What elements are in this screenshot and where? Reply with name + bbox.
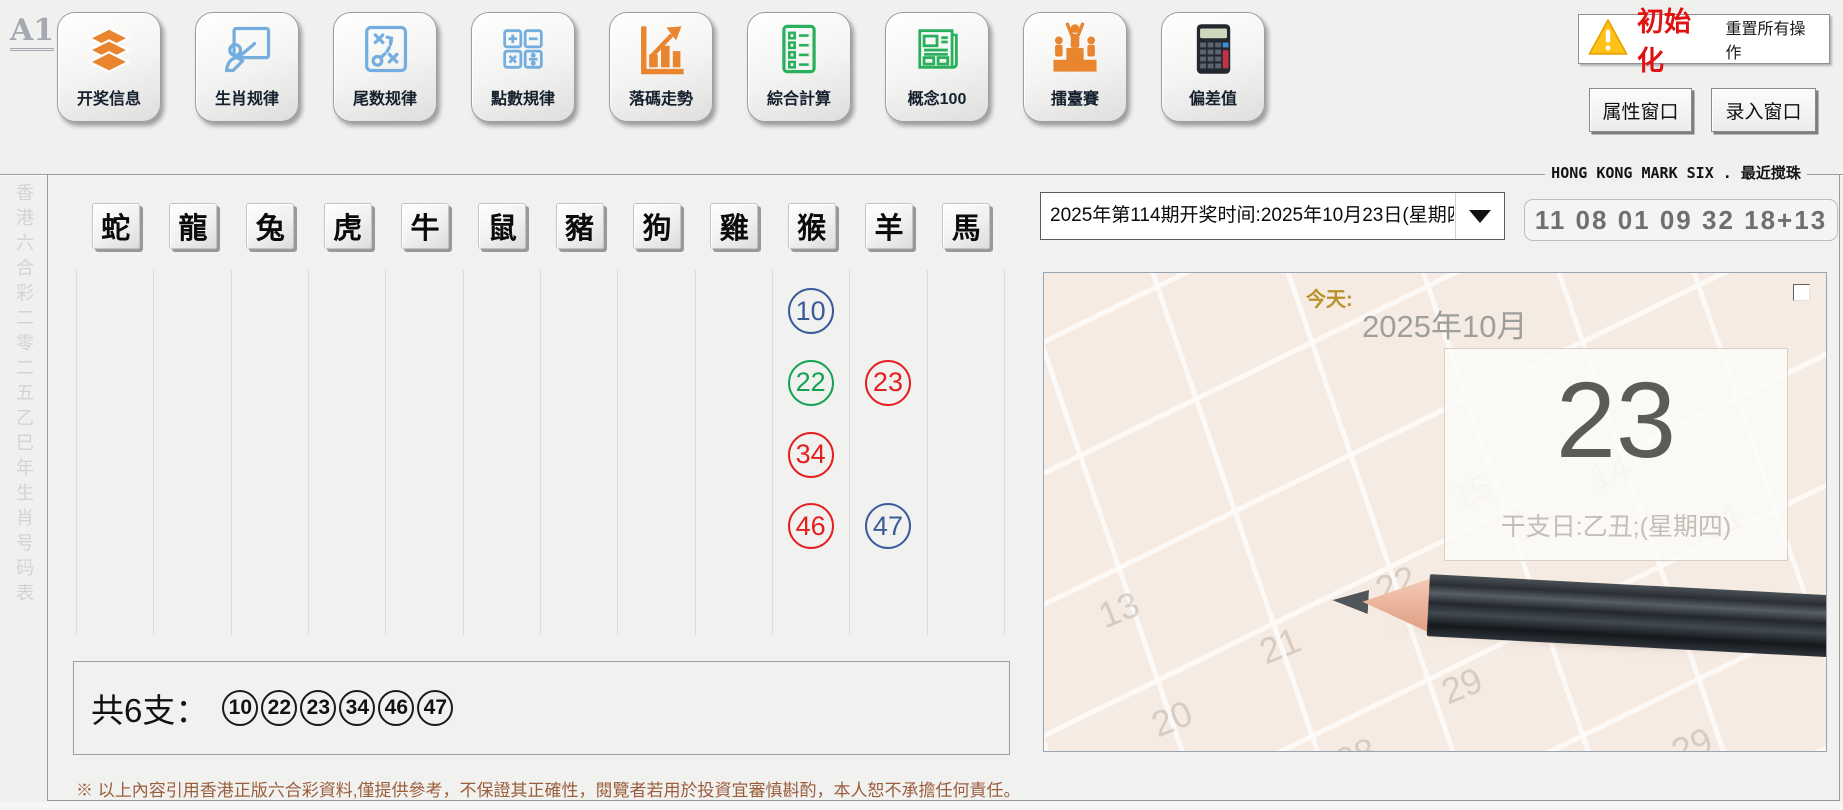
pencil-lead xyxy=(1332,588,1369,614)
warning-icon xyxy=(1587,17,1629,62)
recent-draw-label: HONG KONG MARK SIX . 最近搅珠 xyxy=(1545,165,1807,182)
number-ball-46: 46 xyxy=(788,503,834,549)
summary-ball-23: 23 xyxy=(300,690,336,726)
grid-column-line xyxy=(153,270,154,635)
toolbar-button-9[interactable]: 偏差值 xyxy=(1161,12,1265,122)
checklist-icon xyxy=(771,21,827,77)
toolbar-button-label: 落碼走勢 xyxy=(610,85,712,109)
calendar-day-number: 23 xyxy=(1445,345,1787,495)
summary-balls: 102223344647 xyxy=(222,690,453,726)
calendar-ganzhi: 干支日:乙丑;(星期四) xyxy=(1445,507,1787,543)
toolbar-button-1[interactable]: 开奖信息 xyxy=(57,12,161,122)
reset-all-label: 重置所有操作 xyxy=(1726,15,1821,63)
zodiac-button-6[interactable]: 鼠 xyxy=(478,203,526,249)
initialize-button[interactable]: 初始化 重置所有操作 xyxy=(1578,14,1830,64)
toolbar-button-2[interactable]: 生肖规律 xyxy=(195,12,299,122)
recent-draw-numbers: 11 08 01 09 32 18+13 xyxy=(1524,199,1838,241)
summary-ball-47: 47 xyxy=(417,690,453,726)
toolbar-button-label: 生肖规律 xyxy=(196,85,298,109)
toolbar-button-label: 綜合計算 xyxy=(748,85,850,109)
grid-column-line xyxy=(695,270,696,635)
grid-column-line xyxy=(849,270,850,635)
calendar-month: 2025年10月 xyxy=(1362,301,1527,346)
toolbar-button-label: 偏差值 xyxy=(1162,85,1264,109)
initialize-label: 初始化 xyxy=(1637,0,1718,78)
toolbar-button-5[interactable]: 落碼走勢 xyxy=(609,12,713,122)
toolbar-button-label: 擂臺賽 xyxy=(1024,85,1126,109)
zodiac-button-12[interactable]: 馬 xyxy=(942,203,990,249)
toolbar-button-8[interactable]: 擂臺賽 xyxy=(1023,12,1127,122)
toolbar-button-3[interactable]: 尾数规律 xyxy=(333,12,437,122)
presenter-icon xyxy=(219,21,275,77)
summary-prefix: 共6支： xyxy=(91,684,208,732)
grid-column-line xyxy=(308,270,309,635)
a1-link[interactable]: A1 xyxy=(10,14,54,51)
grid-column-line xyxy=(540,270,541,635)
zodiac-button-2[interactable]: 龍 xyxy=(169,203,217,249)
chevron-down-icon xyxy=(1469,210,1491,223)
zodiac-button-11[interactable]: 羊 xyxy=(865,203,913,249)
property-window-button[interactable]: 属性窗口 xyxy=(1589,88,1692,132)
period-dropdown-value: 2025年第114期开奖时间:2025年10月23日(星期四) xyxy=(1050,193,1454,239)
toolbar-button-4[interactable]: 點數規律 xyxy=(471,12,575,122)
zodiac-button-7[interactable]: 豬 xyxy=(556,203,604,249)
vertical-title: 香港六合彩二零二五乙巳年生肖号码表 xyxy=(11,183,37,608)
grid-column-line xyxy=(617,270,618,635)
toolbar-button-6[interactable]: 綜合計算 xyxy=(747,12,851,122)
math-grid-icon xyxy=(495,21,551,77)
app-window: A1 开奖信息 生肖规律 尾数规律 點數規律 落碼走勢 綜合計算 概念100 擂臺賽 偏差值 初… xyxy=(0,0,1843,810)
number-ball-22: 22 xyxy=(788,360,834,406)
toolbar-button-label: 概念100 xyxy=(886,85,988,109)
disclaimer-text: ※ 以上內容引用香港正版六合彩資料,僅提供參考，不保證其正確性，閱覽者若用於投資… xyxy=(76,776,1020,801)
books-icon xyxy=(81,21,137,77)
calculator-icon xyxy=(1185,21,1241,77)
summary-ball-22: 22 xyxy=(261,690,297,726)
grid-column-line xyxy=(385,270,386,635)
grid-column-line xyxy=(463,270,464,635)
zodiac-button-3[interactable]: 兔 xyxy=(246,203,294,249)
number-ball-34: 34 xyxy=(788,432,834,478)
grid-column-line xyxy=(231,270,232,635)
summary-box: 共6支： 102223344647 xyxy=(73,661,1010,755)
grid-column-line xyxy=(1004,270,1005,635)
newspaper-icon xyxy=(909,21,965,77)
summary-ball-34: 34 xyxy=(339,690,375,726)
zodiac-button-4[interactable]: 虎 xyxy=(324,203,372,249)
calendar-panel: 13202122282915142129 今天: 2025年10月 23 干支日… xyxy=(1043,272,1827,752)
grid-column-line xyxy=(76,270,77,635)
entry-window-button[interactable]: 录入窗口 xyxy=(1711,88,1816,132)
summary-ball-10: 10 xyxy=(222,690,258,726)
zodiac-button-9[interactable]: 雞 xyxy=(710,203,758,249)
strategy-icon xyxy=(357,21,413,77)
grid-column-line xyxy=(772,270,773,635)
zodiac-button-5[interactable]: 牛 xyxy=(401,203,449,249)
toolbar-button-label: 开奖信息 xyxy=(58,85,160,109)
calendar-day-card: 23 干支日:乙丑;(星期四) xyxy=(1444,348,1788,561)
toolbar-button-label: 點數規律 xyxy=(472,85,574,109)
number-ball-23: 23 xyxy=(865,360,911,406)
trend-chart-icon xyxy=(633,21,689,77)
toolbar-button-label: 尾数规律 xyxy=(334,85,436,109)
podium-icon xyxy=(1047,21,1103,77)
zodiac-button-8[interactable]: 狗 xyxy=(633,203,681,249)
period-dropdown[interactable]: 2025年第114期开奖时间:2025年10月23日(星期四) xyxy=(1040,192,1505,240)
summary-ball-46: 46 xyxy=(378,690,414,726)
zodiac-button-10[interactable]: 猴 xyxy=(788,203,836,249)
footer-strip xyxy=(0,802,1843,810)
today-label: 今天: xyxy=(1306,283,1353,312)
calendar-checkbox[interactable] xyxy=(1793,284,1810,301)
grid-column-line xyxy=(927,270,928,635)
dropdown-arrow-button[interactable] xyxy=(1455,193,1504,239)
number-ball-10: 10 xyxy=(788,288,834,334)
zodiac-button-1[interactable]: 蛇 xyxy=(92,203,140,249)
toolbar-button-7[interactable]: 概念100 xyxy=(885,12,989,122)
